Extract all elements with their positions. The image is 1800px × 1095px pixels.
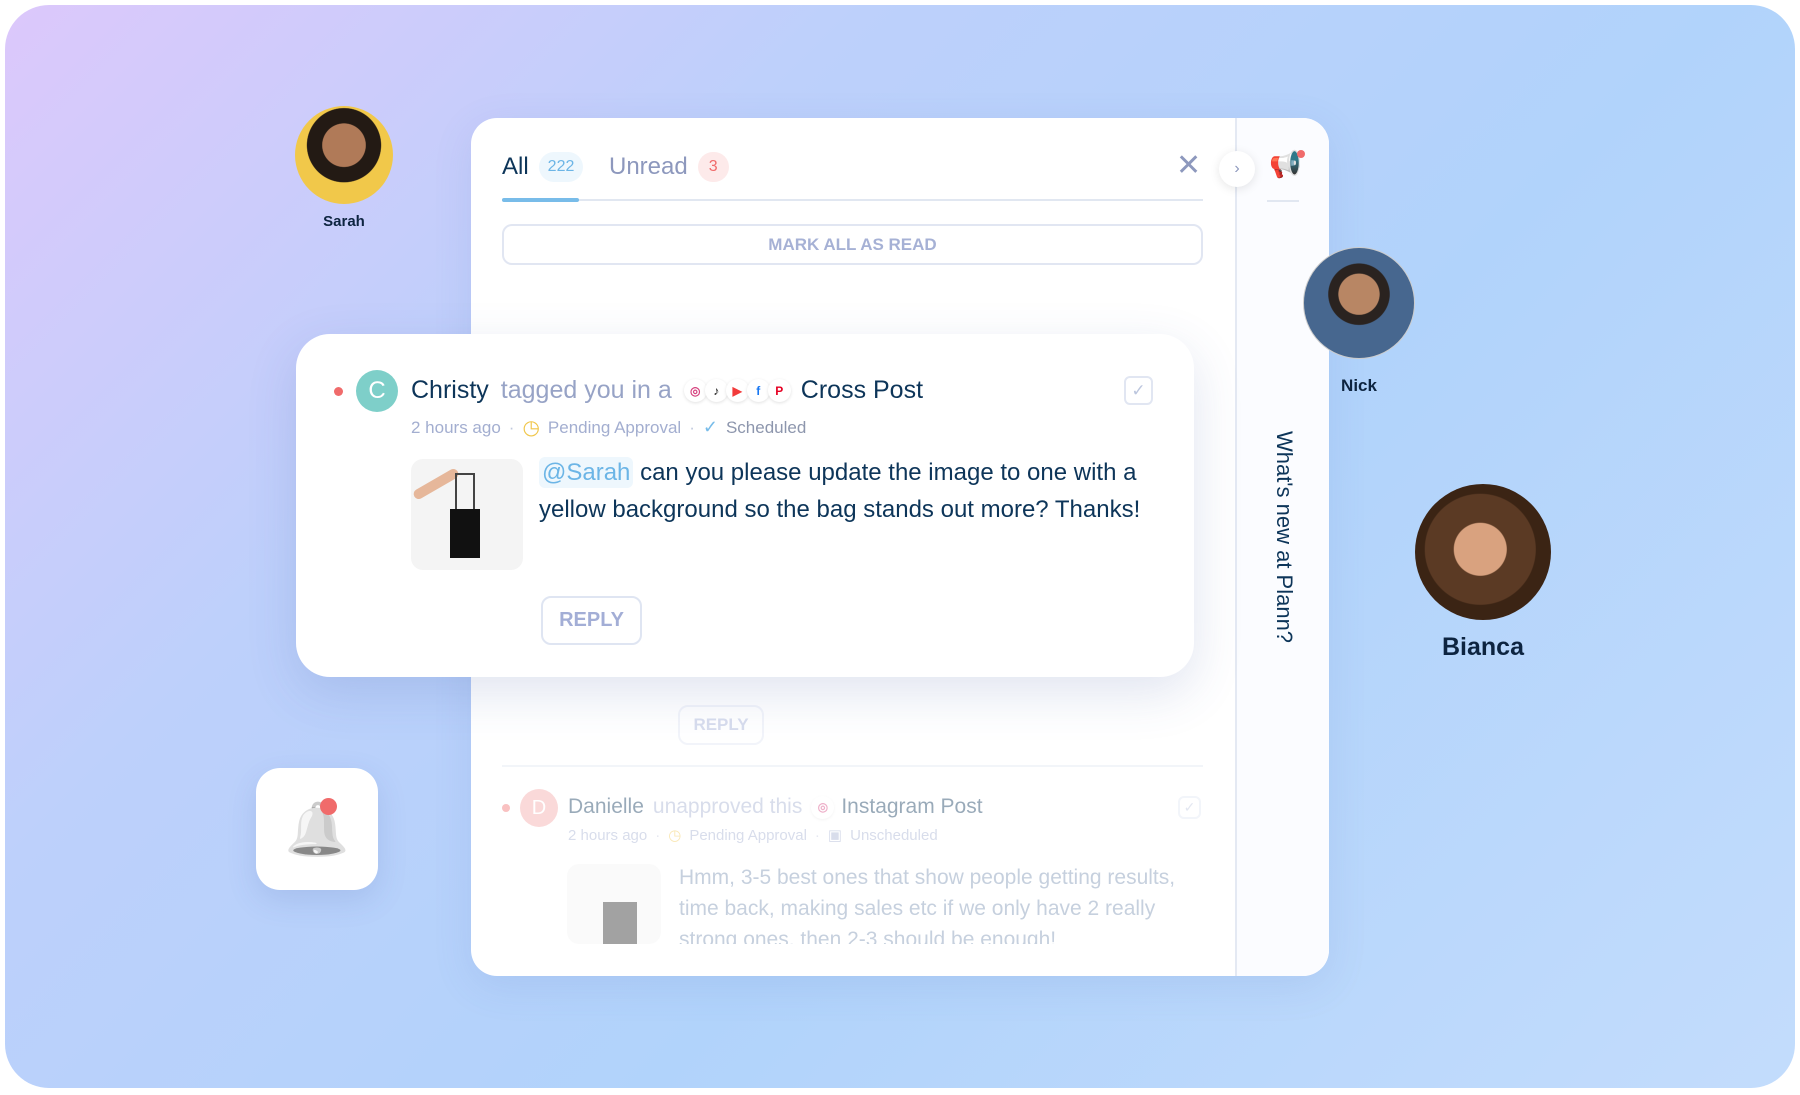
expand-chevron-icon[interactable]: › [1219, 151, 1255, 187]
post-thumbnail[interactable] [411, 459, 523, 570]
count-badge: 222 [538, 152, 584, 182]
arm-shape [411, 467, 461, 501]
youtube-shorts-icon: ▶ [725, 379, 749, 402]
avatar-bianca [1415, 484, 1551, 620]
notification-meta: 2 hours ago · ◷ Pending Approval · ✓ Sched… [411, 417, 807, 439]
message-text: Hmm, 3-5 best ones that show people gett… [679, 866, 1176, 944]
instagram-icon: ◎ [683, 379, 707, 402]
unread-dot [334, 387, 343, 396]
tiktok-icon: ♪ [704, 379, 728, 402]
tab-all[interactable]: All 222 [502, 152, 584, 182]
reply-button[interactable]: REPLY [678, 705, 764, 745]
unread-dot [502, 804, 510, 812]
schedule-status: Unscheduled [850, 826, 938, 844]
bell-button[interactable]: 🔔 [256, 768, 378, 890]
close-icon[interactable]: ✕ [1176, 151, 1201, 181]
approval-status: Pending Approval [689, 826, 807, 844]
avatar: D [520, 789, 558, 827]
person-name: Nick [1341, 376, 1377, 395]
time: 2 hours ago [411, 417, 501, 437]
pinterest-icon: P [767, 379, 791, 402]
instagram-icon: ◎ [811, 795, 835, 819]
mark-read-checkbox[interactable]: ✓ [1178, 796, 1201, 819]
count-badge: 3 [697, 152, 729, 182]
tabs-divider [502, 199, 1203, 201]
mark-read-checkbox[interactable]: ✓ [1124, 376, 1153, 405]
action-text: unapproved this [652, 795, 803, 818]
message-text: @Sarah can you please update the image t… [539, 454, 1179, 528]
whats-new-sidebar: › 📢 What's new at Plann? [1219, 118, 1329, 976]
mention[interactable]: @Sarah [539, 457, 634, 488]
user-name[interactable]: Christy [411, 376, 489, 405]
person-name: Sarah [323, 213, 365, 230]
avatar-nick [1303, 247, 1415, 359]
bell-icon: 🔔 [284, 800, 350, 859]
bag-shape [603, 902, 637, 944]
notification-meta: 2 hours ago · ◷ Pending Approval · ▣ Unsch… [568, 826, 938, 845]
avatar-sarah [295, 106, 393, 204]
pending-clock-icon: ◷ [522, 417, 540, 439]
time: 2 hours ago [568, 826, 648, 844]
bag-shape [450, 509, 480, 558]
pending-clock-icon: ◷ [668, 827, 682, 844]
facebook-icon: f [746, 379, 770, 402]
calendar-icon: ▣ [827, 827, 843, 844]
notification-header: Christy tagged you in a ◎ ♪ ▶ f P Cross … [411, 376, 923, 405]
reply-button[interactable]: REPLY [541, 596, 642, 645]
notification-card: C Christy tagged you in a ◎ ♪ ▶ f P Cros… [296, 334, 1194, 677]
avatar: C [356, 370, 398, 412]
mark-all-read-button[interactable]: MARK ALL AS READ [502, 224, 1203, 265]
person-name: Bianca [1442, 633, 1524, 661]
post-thumbnail[interactable] [567, 864, 661, 944]
divider [502, 765, 1203, 767]
whats-new-link[interactable]: What's new at Plann? [1271, 431, 1297, 643]
tab-label: All [502, 153, 529, 180]
post-type-link[interactable]: Cross Post [801, 376, 923, 405]
tab-label: Unread [609, 153, 688, 180]
post-type-link[interactable]: Instagram Post [841, 795, 982, 819]
scheduled-check-icon: ✓ [702, 417, 718, 437]
schedule-status: Scheduled [725, 417, 807, 437]
action-text: tagged you in a [500, 376, 672, 404]
approval-status: Pending Approval [547, 417, 682, 437]
notification-dot [320, 798, 337, 815]
user-name[interactable]: Danielle [568, 795, 644, 819]
notification-header: Danielle unapproved this ◎ Instagram Pos… [568, 795, 983, 819]
tab-unread[interactable]: Unread 3 [609, 152, 729, 182]
new-indicator-dot [1297, 150, 1305, 158]
divider [1267, 200, 1299, 202]
active-tab-indicator [502, 198, 579, 202]
